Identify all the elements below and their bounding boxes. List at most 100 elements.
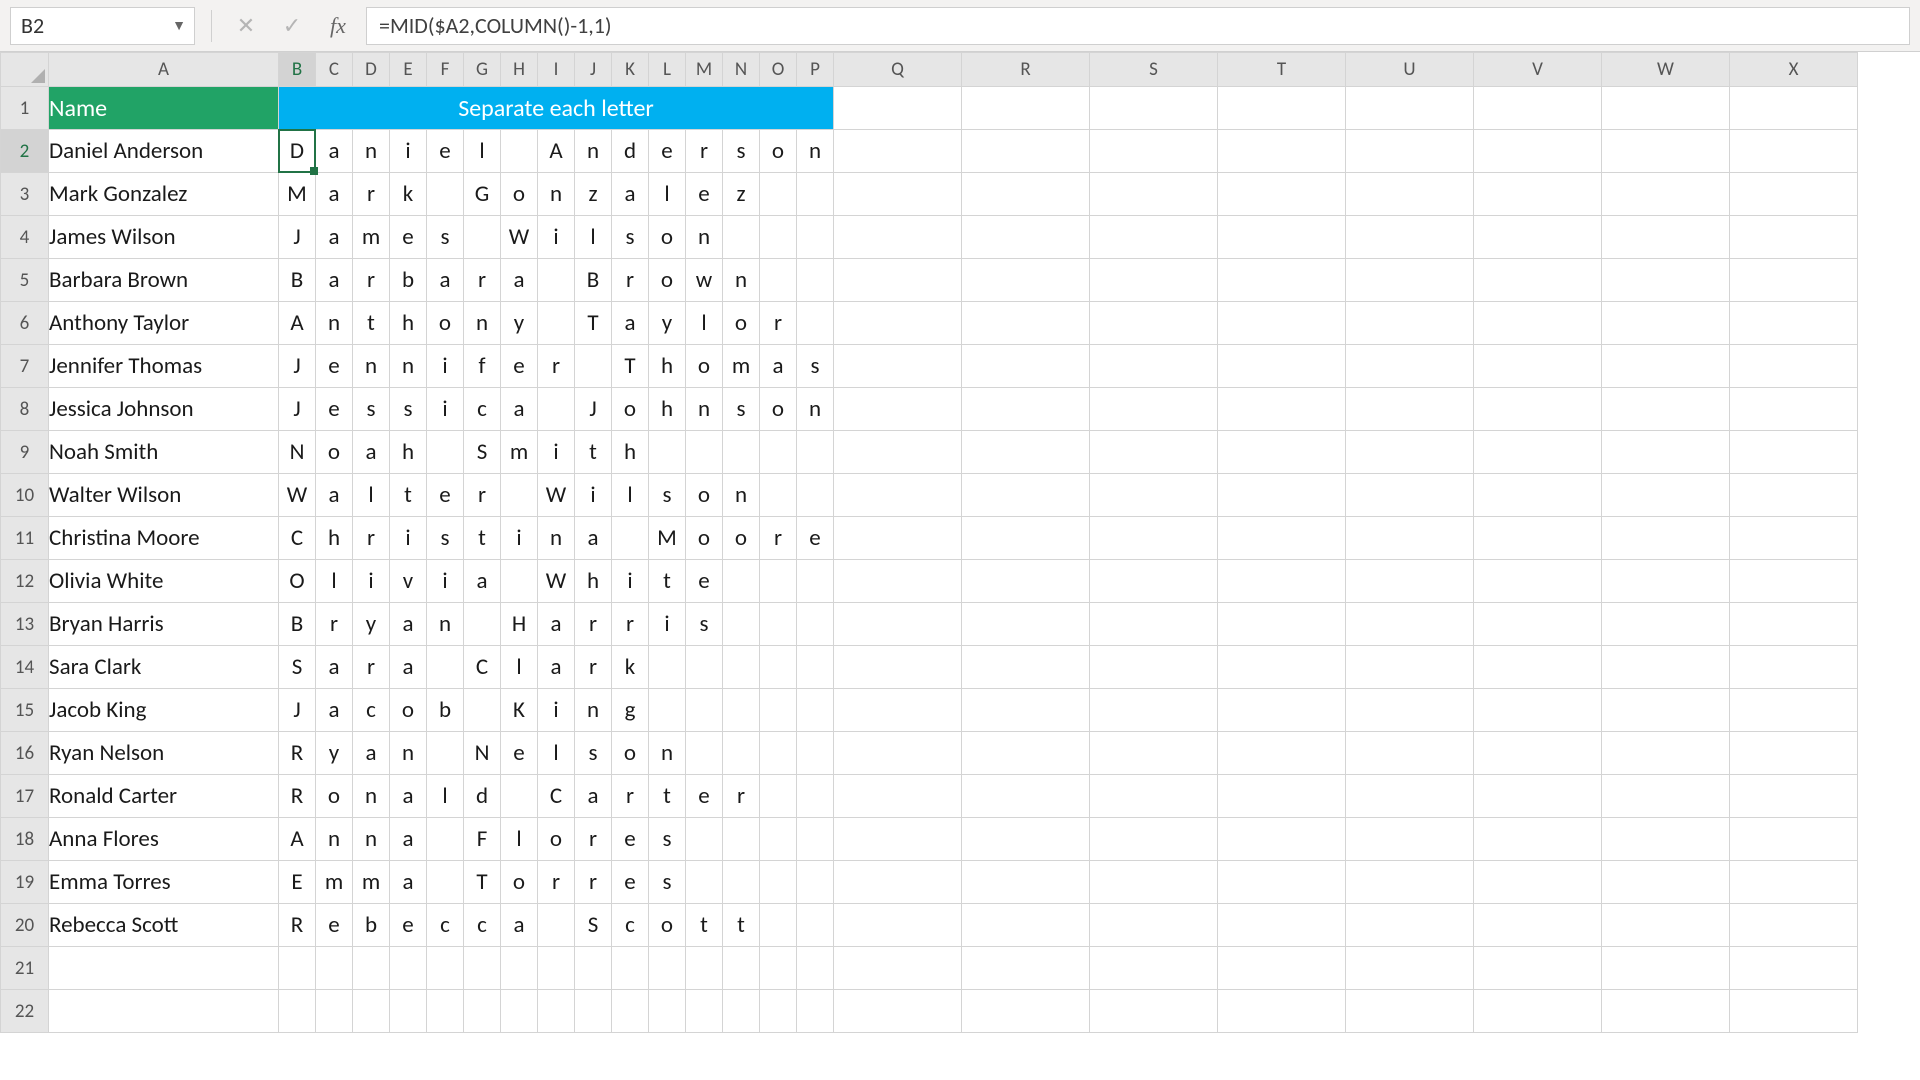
cell-empty[interactable] — [1730, 689, 1858, 732]
row-header-15[interactable]: 15 — [1, 689, 49, 732]
cell-letter[interactable] — [797, 560, 834, 603]
cell-letter[interactable] — [797, 173, 834, 216]
cell-letter[interactable]: n — [390, 732, 427, 775]
cell-empty[interactable] — [834, 388, 962, 431]
cell-letter[interactable]: B — [279, 259, 316, 302]
cell-empty[interactable] — [1474, 216, 1602, 259]
cell-empty[interactable] — [1602, 87, 1730, 130]
cell-empty[interactable] — [1346, 775, 1474, 818]
cell-empty[interactable] — [1602, 431, 1730, 474]
cell-letter[interactable] — [649, 646, 686, 689]
cell-letter[interactable] — [760, 646, 797, 689]
cell-letter[interactable]: t — [723, 904, 760, 947]
cell-letter[interactable]: e — [501, 732, 538, 775]
cell-letter[interactable]: s — [427, 517, 464, 560]
cell-empty[interactable] — [962, 302, 1090, 345]
cell-letter[interactable]: n — [797, 388, 834, 431]
cell-empty[interactable] — [962, 947, 1090, 990]
cell-empty[interactable] — [1602, 947, 1730, 990]
cell-letter[interactable]: a — [390, 646, 427, 689]
column-header-N[interactable]: N — [723, 53, 760, 87]
column-header-O[interactable]: O — [760, 53, 797, 87]
cell-empty[interactable] — [1218, 345, 1346, 388]
column-header-U[interactable]: U — [1346, 53, 1474, 87]
cell-empty[interactable] — [1090, 904, 1218, 947]
cell-empty[interactable] — [1730, 646, 1858, 689]
row-header-1[interactable]: 1 — [1, 87, 49, 130]
cell-name[interactable]: Mark Gonzalez — [49, 173, 279, 216]
cell-empty[interactable] — [390, 947, 427, 990]
cell-letter[interactable]: l — [575, 216, 612, 259]
cell-letter[interactable] — [538, 302, 575, 345]
cell-letter[interactable]: l — [464, 130, 501, 173]
cell-empty[interactable] — [1474, 947, 1602, 990]
cell-letter[interactable]: c — [612, 904, 649, 947]
cell-letter[interactable] — [797, 431, 834, 474]
column-header-K[interactable]: K — [612, 53, 649, 87]
cell-letter[interactable]: z — [723, 173, 760, 216]
cell-empty[interactable] — [1090, 474, 1218, 517]
cell-empty[interactable] — [1474, 173, 1602, 216]
cell-empty[interactable] — [1602, 345, 1730, 388]
row-header-19[interactable]: 19 — [1, 861, 49, 904]
cell-letter[interactable]: a — [760, 345, 797, 388]
cell-empty[interactable] — [962, 861, 1090, 904]
cell-letter[interactable]: h — [649, 388, 686, 431]
cell-letter[interactable]: b — [390, 259, 427, 302]
cell-letter[interactable]: r — [575, 646, 612, 689]
cell-letter[interactable]: n — [723, 474, 760, 517]
cell-empty[interactable] — [316, 990, 353, 1033]
cell-letter[interactable]: a — [501, 259, 538, 302]
cell-letter[interactable]: t — [575, 431, 612, 474]
cell-empty[interactable] — [1346, 517, 1474, 560]
cell-empty[interactable] — [834, 517, 962, 560]
cell-letter[interactable] — [501, 775, 538, 818]
cell-letter[interactable]: n — [686, 388, 723, 431]
cell-empty[interactable] — [1090, 775, 1218, 818]
cell-empty[interactable] — [464, 990, 501, 1033]
cell-letter[interactable]: N — [464, 732, 501, 775]
cell-empty[interactable] — [1474, 388, 1602, 431]
cell-letter[interactable] — [723, 689, 760, 732]
cell-letter[interactable]: o — [649, 216, 686, 259]
cell-empty[interactable] — [464, 947, 501, 990]
cell-letter[interactable] — [760, 259, 797, 302]
cell-letter[interactable]: W — [279, 474, 316, 517]
cell-empty[interactable] — [538, 947, 575, 990]
cell-empty[interactable] — [49, 990, 279, 1033]
header-separate[interactable]: Separate each letter — [279, 87, 834, 130]
row-header-20[interactable]: 20 — [1, 904, 49, 947]
cell-empty[interactable] — [834, 302, 962, 345]
cell-empty[interactable] — [1218, 732, 1346, 775]
cell-letter[interactable]: n — [353, 775, 390, 818]
cell-empty[interactable] — [1346, 216, 1474, 259]
cell-letter[interactable]: J — [279, 345, 316, 388]
cell-letter[interactable]: n — [723, 259, 760, 302]
header-name[interactable]: Name — [49, 87, 279, 130]
cell-letter[interactable]: t — [686, 904, 723, 947]
cell-empty[interactable] — [834, 818, 962, 861]
cell-letter[interactable]: i — [353, 560, 390, 603]
cell-letter[interactable]: i — [538, 431, 575, 474]
cell-empty[interactable] — [1602, 259, 1730, 302]
cell-letter[interactable]: r — [464, 259, 501, 302]
cell-name[interactable]: Ronald Carter — [49, 775, 279, 818]
cell-letter[interactable]: o — [723, 302, 760, 345]
cell-empty[interactable] — [1090, 173, 1218, 216]
cell-empty[interactable] — [1090, 130, 1218, 173]
cell-empty[interactable] — [1474, 345, 1602, 388]
cell-empty[interactable] — [1602, 560, 1730, 603]
cell-empty[interactable] — [1090, 560, 1218, 603]
cell-letter[interactable]: o — [760, 388, 797, 431]
cell-letter[interactable]: W — [538, 474, 575, 517]
cell-letter[interactable]: n — [575, 130, 612, 173]
cell-empty[interactable] — [1602, 732, 1730, 775]
cell-letter[interactable] — [760, 474, 797, 517]
cell-letter[interactable]: o — [686, 345, 723, 388]
cell-empty[interactable] — [1474, 818, 1602, 861]
cell-letter[interactable]: A — [279, 302, 316, 345]
cell-letter[interactable]: t — [353, 302, 390, 345]
cell-empty[interactable] — [1474, 603, 1602, 646]
cell-empty[interactable] — [1346, 431, 1474, 474]
cell-letter[interactable]: l — [427, 775, 464, 818]
